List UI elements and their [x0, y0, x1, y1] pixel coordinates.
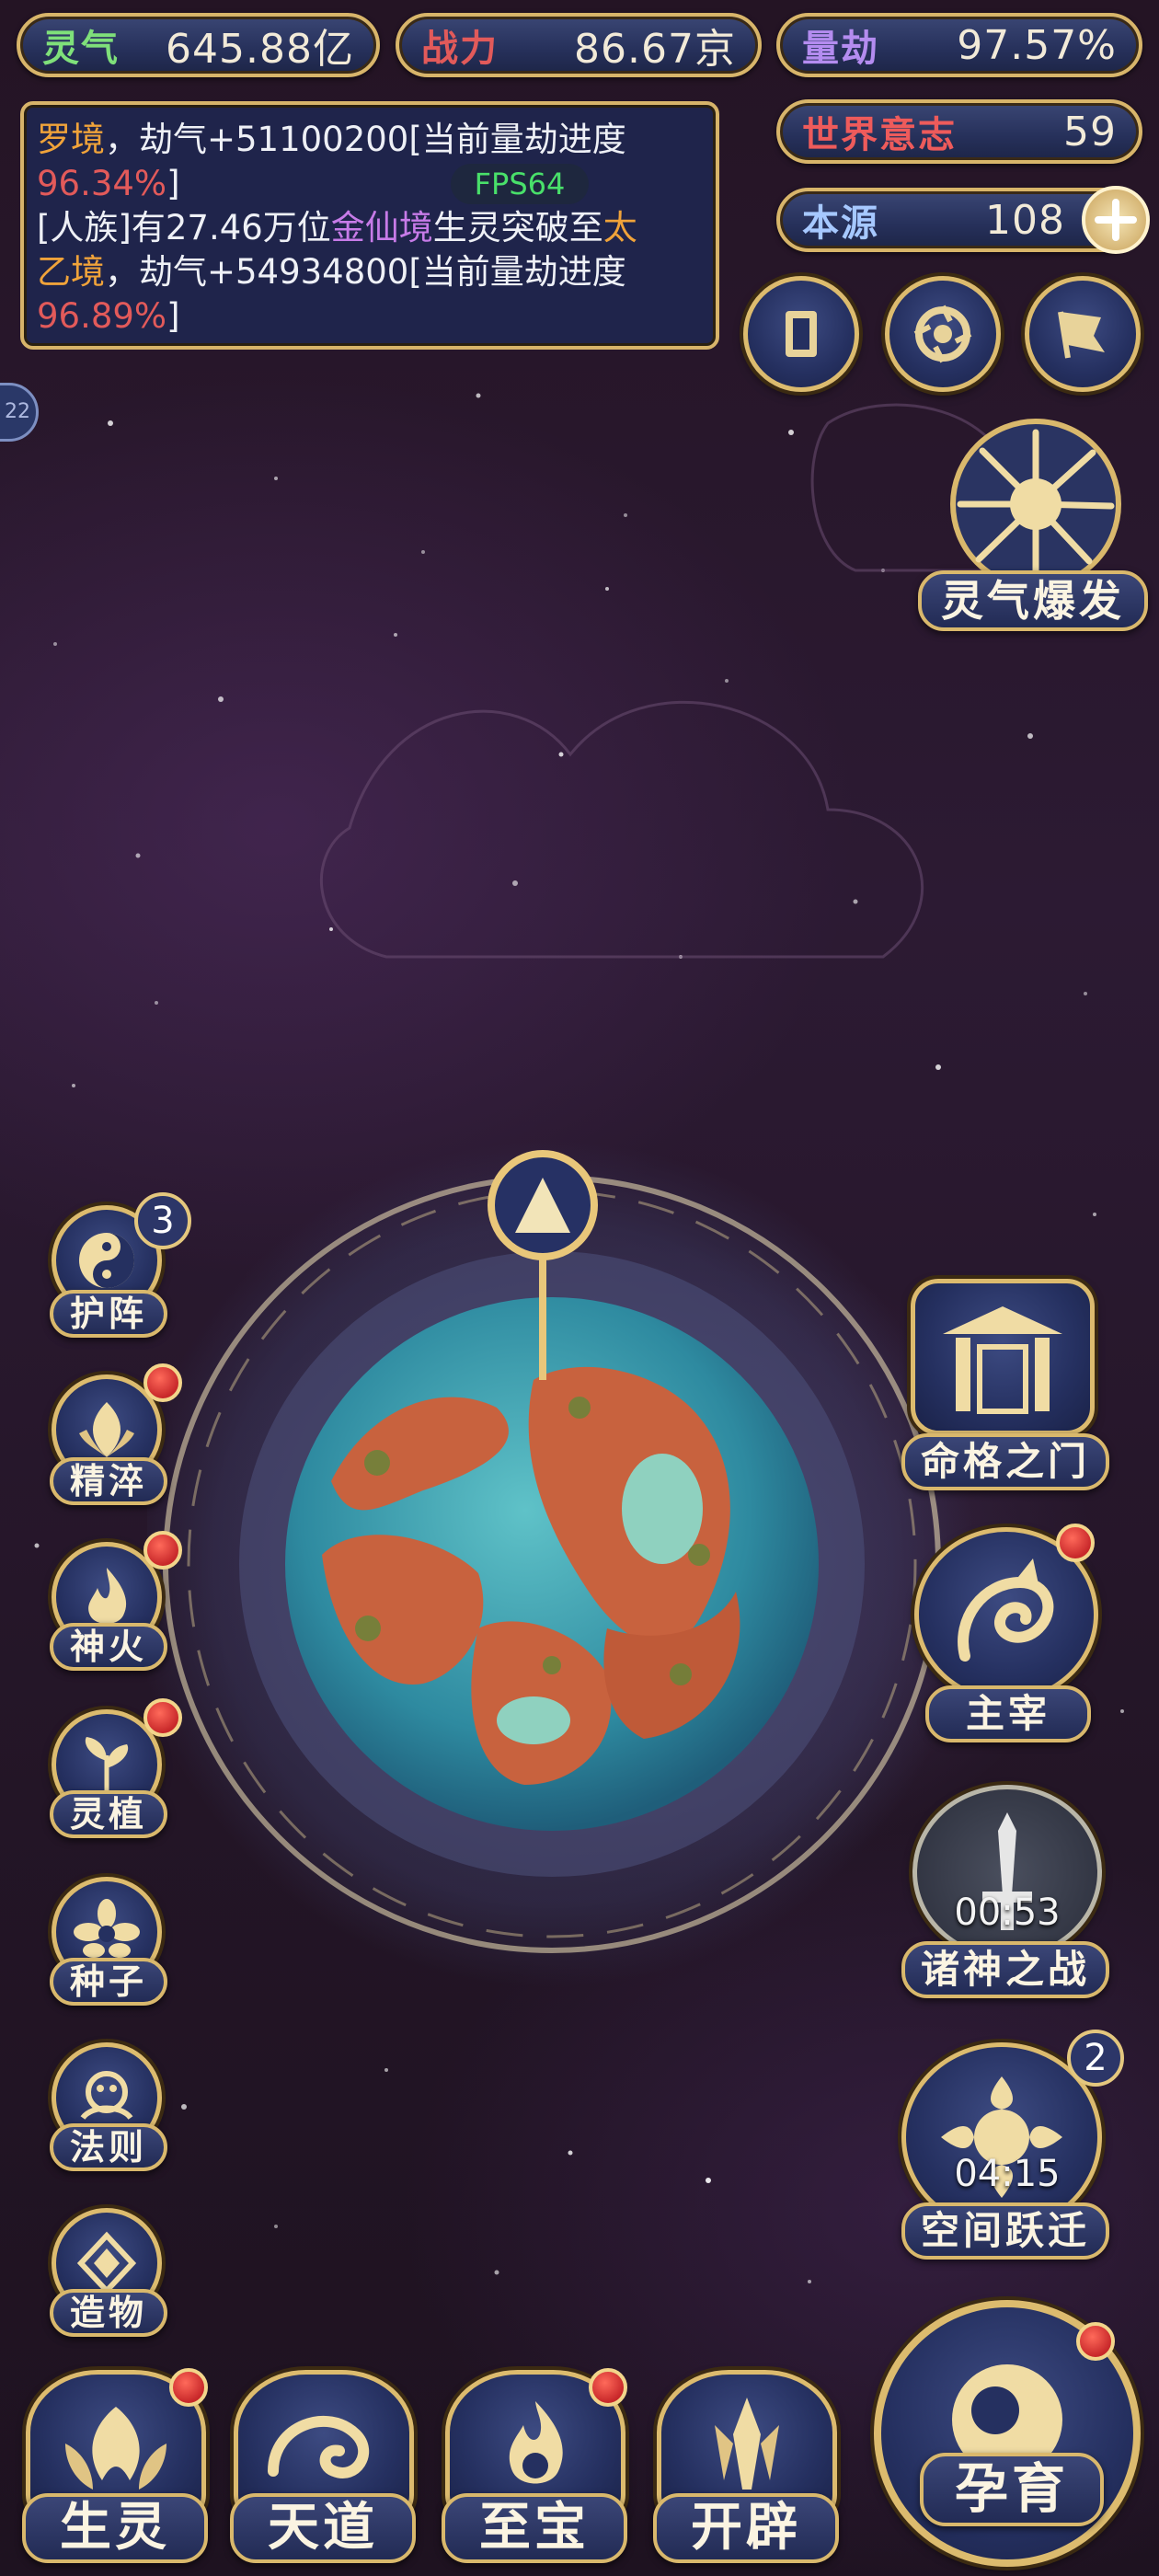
gate-icon [943, 1306, 1062, 1414]
tiandao-nav-label: 天道 [230, 2493, 416, 2563]
plus-icon [1095, 199, 1137, 241]
zhuzai-label: 主宰 [925, 1685, 1091, 1742]
lingqi-stat[interactable]: 灵气 645.88亿 [17, 13, 380, 77]
zhanli-value: 86.67京 [574, 26, 736, 73]
zhanli-label: 战力 [421, 27, 499, 70]
wave-swirl-icon [268, 2415, 370, 2478]
log-text: ，劫气+51100200[当前量劫进度 [105, 120, 626, 159]
lingqi-burst-button[interactable]: 灵气爆发 [918, 405, 1148, 644]
burst-icon [950, 419, 1121, 589]
benyuan-value: 108 [985, 196, 1065, 244]
planet-world[interactable] [147, 1076, 975, 2070]
space-jump-timer: 04:15 [954, 2153, 1061, 2195]
lingzhi-notification-dot [143, 1698, 182, 1737]
space-jump-badge: 2 [1067, 2030, 1124, 2087]
yunyu-notification-dot [1076, 2322, 1115, 2361]
mingge-gate-label: 命格之门 [901, 1433, 1109, 1490]
log-line-2: 96.34%] [37, 162, 703, 206]
vortex-icon [913, 305, 972, 363]
lingqi-label: 灵气 [42, 27, 120, 70]
lotus-flame-icon [79, 1402, 134, 1457]
kaipi-nav-label: 开辟 [653, 2493, 839, 2563]
shijie-value: 59 [1063, 108, 1117, 155]
bracket-text: ] [166, 296, 180, 336]
log-line-5: 96.89%] [37, 294, 703, 339]
benyuan-label: 本源 [802, 201, 879, 245]
zhibao-nav-label: 至宝 [442, 2493, 627, 2563]
zhongzi-label: 种子 [50, 1958, 167, 2006]
mingge-gate-button[interactable] [911, 1279, 1095, 1435]
flag-icon [1058, 311, 1105, 359]
event-log-panel: 罗境，劫气+51100200[当前量劫进度 96.34%] [人族]有27.46… [20, 101, 719, 350]
huzhen-label: 护阵 [50, 1290, 167, 1338]
progress-text: 96.89% [37, 296, 167, 336]
faze-label: 法则 [50, 2123, 167, 2171]
shijie-stat[interactable]: 世界意志 59 [776, 99, 1142, 164]
add-benyuan-button[interactable] [1082, 186, 1150, 254]
space-jump-label: 空间跃迁 [901, 2202, 1109, 2260]
log-text: ，劫气+54934800[当前量劫进度 [105, 252, 626, 292]
zhuzai-notification-dot [1056, 1524, 1095, 1562]
jingcui-notification-dot [143, 1363, 182, 1402]
card-button[interactable] [743, 276, 859, 392]
log-text: 生灵突破至 [432, 208, 603, 247]
huzhen-badge: 3 [134, 1192, 191, 1249]
liangjie-label: 量劫 [802, 27, 879, 70]
phoenix-icon [65, 2407, 166, 2490]
axe-split-icon [715, 2398, 779, 2490]
realm-text: 罗境 [37, 120, 105, 159]
card-icon [786, 311, 817, 357]
shenhuo-notification-dot [143, 1531, 182, 1570]
liangjie-stat[interactable]: 量劫 97.57% [776, 13, 1142, 77]
zhanli-stat[interactable]: 战力 86.67京 [396, 13, 762, 77]
realm-text: 金仙境 [330, 208, 433, 247]
shenhuo-label: 神火 [50, 1623, 167, 1671]
zhushen-war-timer: 00:53 [954, 1892, 1061, 1934]
jingcui-label: 精淬 [50, 1457, 167, 1505]
treasure-flame-icon [509, 2401, 563, 2484]
side-tab-label: 22 [5, 400, 30, 423]
shengling-nav-label: 生灵 [22, 2493, 208, 2563]
shijie-label: 世界意志 [802, 113, 957, 156]
yin-yang-icon [79, 1233, 134, 1288]
realm-text: 太 [602, 208, 637, 247]
zaowu-label: 造物 [50, 2289, 167, 2337]
flag-button[interactable] [1025, 276, 1141, 392]
lingqi-burst-label: 灵气爆发 [918, 570, 1148, 631]
log-line-4: 乙境，劫气+54934800[当前量劫进度 [37, 250, 703, 294]
progress-text: 96.34% [37, 164, 167, 203]
zhibao-notification-dot [589, 2368, 627, 2407]
yunyu-label: 孕育 [920, 2453, 1104, 2526]
bracket-text: ] [166, 164, 180, 203]
zhushen-war-label: 诸神之战 [901, 1941, 1109, 1998]
log-line-3: [人族]有27.46万位金仙境生灵突破至太 [37, 206, 703, 250]
log-text: [人族]有27.46万位 [37, 208, 331, 247]
log-line-1: 罗境，劫气+51100200[当前量劫进度 [37, 118, 703, 162]
realm-text: 乙境 [37, 252, 105, 292]
lingqi-value: 645.88亿 [166, 26, 354, 73]
vortex-button[interactable] [885, 276, 1001, 392]
shengling-notification-dot [169, 2368, 208, 2407]
liangjie-value: 97.57% [957, 21, 1117, 69]
lingzhi-label: 灵植 [50, 1790, 167, 1838]
dragon-icon [958, 1558, 1054, 1662]
fps-counter: FPS64 [451, 164, 589, 204]
